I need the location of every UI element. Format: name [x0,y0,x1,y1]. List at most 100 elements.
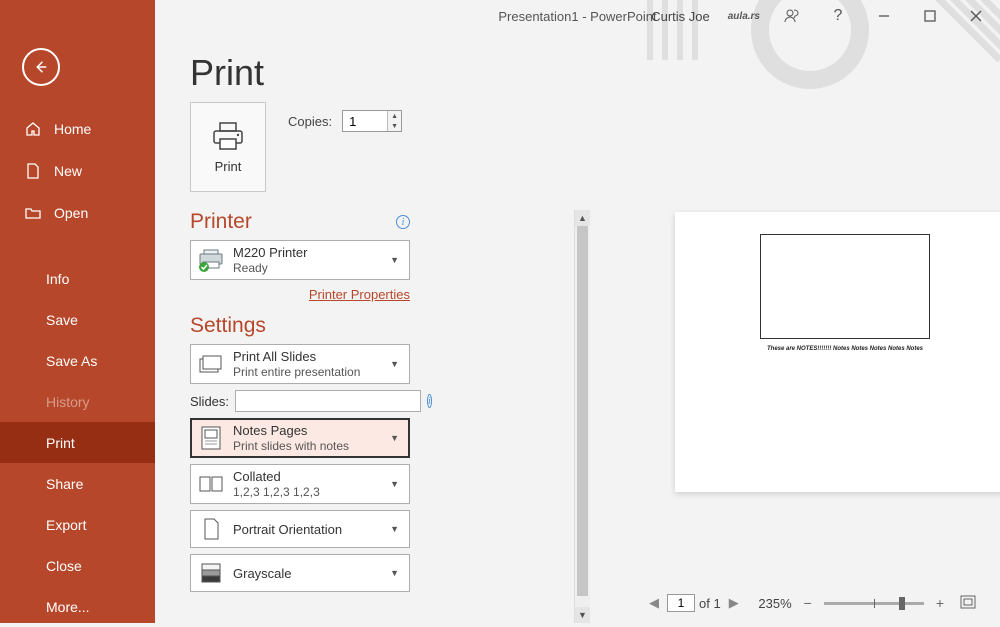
chevron-down-icon: ▼ [386,359,403,369]
copies-spinner[interactable]: ▲ ▼ [342,110,402,132]
grayscale-icon [197,559,225,587]
back-button[interactable] [22,48,60,86]
layout-line2: Print slides with notes [233,439,386,453]
new-doc-icon [22,163,44,179]
print-page: Print Print Copies: ▲ ▼ [155,32,1000,623]
back-arrow-icon [32,58,50,76]
nav-label: Share [46,476,83,492]
nav-new[interactable]: New [22,150,155,192]
portrait-icon [197,515,225,543]
printer-info-icon[interactable]: i [396,215,410,229]
print-what-dropdown[interactable]: Print All Slides Print entire presentati… [190,344,410,384]
scroll-down-button[interactable]: ▼ [575,607,590,623]
orientation-line1: Portrait Orientation [233,522,386,537]
chevron-down-icon: ▼ [386,524,403,534]
orientation-dropdown[interactable]: Portrait Orientation ▼ [190,510,410,548]
layout-line1: Notes Pages [233,423,386,438]
nav-label: Save As [46,353,97,369]
chevron-down-icon: ▼ [386,479,403,489]
scroll-thumb[interactable] [577,226,588,596]
preview-page: These are NOTES!!!!!!! Notes Notes Notes… [675,212,1000,492]
print-button[interactable]: Print [190,102,266,192]
user-signature-icon: aula.rs [728,11,760,22]
nav-close[interactable]: Close [46,545,155,586]
nav-label: Export [46,517,86,533]
close-button[interactable] [962,2,990,30]
spinner-up[interactable]: ▲ [388,111,401,121]
printer-icon [211,121,245,151]
document-title: Presentation1 - PowerPoint [498,9,656,24]
zoom-slider[interactable] [824,602,924,605]
collate-line2: 1,2,3 1,2,3 1,2,3 [233,485,386,499]
color-dropdown[interactable]: Grayscale ▼ [190,554,410,592]
prev-page-button[interactable]: ◀ [645,595,663,611]
nav-label: Open [54,205,88,221]
nav-export[interactable]: Export [46,504,155,545]
printer-heading: Printer [190,210,252,234]
collate-line1: Collated [233,469,386,484]
nav-save[interactable]: Save [46,299,155,340]
backstage-sidebar: Home New Open Info Save Save As History … [0,0,155,623]
scroll-up-button[interactable]: ▲ [575,210,590,226]
nav-save-as[interactable]: Save As [46,340,155,381]
zoom-percent: 235% [758,596,791,611]
printer-dropdown[interactable]: M220 Printer Ready ▼ [190,240,410,280]
nav-label: More... [46,599,90,615]
zoom-center-tick [874,599,875,608]
layout-dropdown[interactable]: Notes Pages Print slides with notes ▼ [190,418,410,458]
copies-input[interactable] [343,111,387,131]
nav-label: Info [46,271,69,287]
collated-icon [197,470,225,498]
chevron-down-icon: ▼ [386,433,403,443]
titlebar: Presentation1 - PowerPoint Curtis Joe au… [155,0,1000,32]
preview-slide-placeholder [760,234,930,339]
zoom-out-button[interactable]: − [800,595,816,611]
nav-label: Close [46,558,82,574]
settings-scrollbar[interactable]: ▲ ▼ [574,210,590,623]
scroll-track[interactable] [575,226,590,607]
nav-label: History [46,394,90,410]
settings-heading: Settings [190,314,266,338]
chevron-down-icon: ▼ [386,255,403,265]
help-button[interactable]: ? [824,2,852,30]
chevron-down-icon: ▼ [386,568,403,578]
slides-stack-icon [197,350,225,378]
open-folder-icon [22,206,44,220]
nav-share[interactable]: Share [46,463,155,504]
slides-input[interactable] [235,390,421,412]
print-button-label: Print [215,159,242,174]
nav-home[interactable]: Home [22,108,155,150]
nav-print[interactable]: Print [0,422,155,463]
nav-label: Print [46,435,75,451]
printer-properties-link[interactable]: Printer Properties [309,287,410,302]
nav-history: History [46,381,155,422]
page-total: of 1 [699,596,721,611]
copies-label: Copies: [288,114,332,129]
print-preview: These are NOTES!!!!!!! Notes Notes Notes… [645,102,980,593]
preview-notes: These are NOTES!!!!!!! Notes Notes Notes… [760,346,930,352]
nav-info[interactable]: Info [46,258,155,299]
feedback-icon[interactable] [778,2,806,30]
fit-page-button[interactable] [956,595,980,612]
preview-footer: ◀ of 1 ▶ 235% − + [645,591,980,615]
page-number-input[interactable] [667,594,695,612]
minimize-button[interactable] [870,2,898,30]
nav-label: Save [46,312,78,328]
printer-ready-icon [197,246,225,274]
nav-label: Home [54,121,91,137]
spinner-down[interactable]: ▼ [388,121,401,131]
color-line1: Grayscale [233,566,386,581]
nav-label: New [54,163,82,179]
slides-info-icon[interactable]: i [427,394,432,408]
page-title: Print [190,52,1000,94]
nav-open[interactable]: Open [22,192,155,234]
zoom-thumb[interactable] [899,597,905,610]
next-page-button[interactable]: ▶ [725,595,743,611]
collate-dropdown[interactable]: Collated 1,2,3 1,2,3 1,2,3 ▼ [190,464,410,504]
user-name[interactable]: Curtis Joe [651,9,710,24]
zoom-in-button[interactable]: + [932,595,948,611]
print-what-line1: Print All Slides [233,349,386,364]
printer-name: M220 Printer [233,245,386,260]
maximize-button[interactable] [916,2,944,30]
nav-more[interactable]: More... [46,586,155,627]
